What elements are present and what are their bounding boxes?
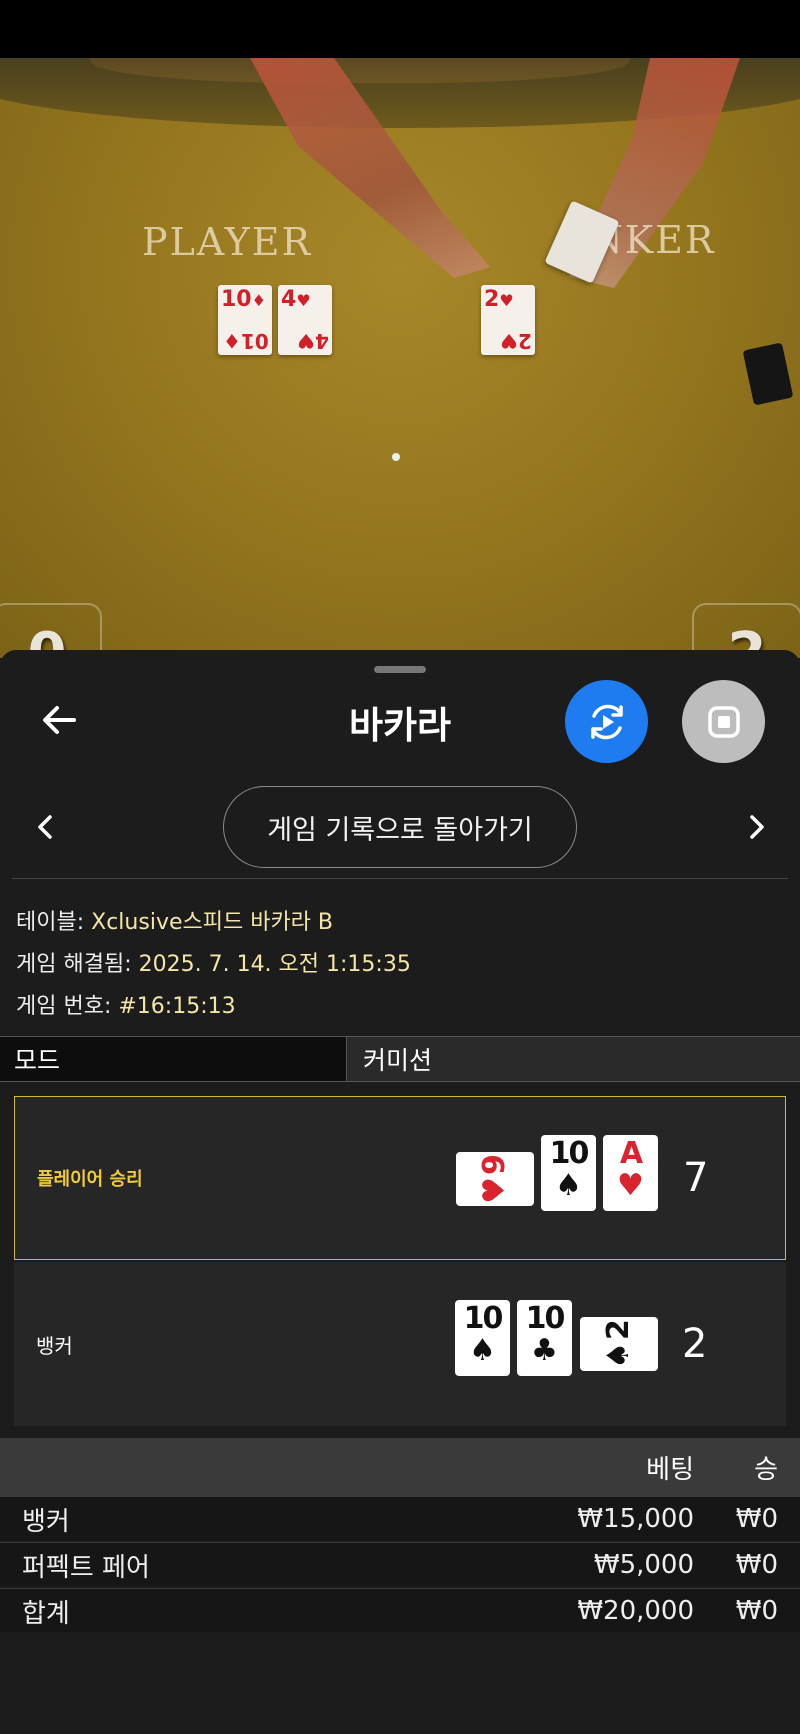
next-game-button[interactable] <box>742 807 772 847</box>
previous-game-button[interactable] <box>30 807 60 847</box>
bets-table-header: 베팅 승 <box>0 1438 800 1496</box>
player-total: 7 <box>683 1155 709 1201</box>
chevron-left-icon <box>38 815 52 839</box>
table-info-value: Xclusive스피드 바카라 B <box>91 910 334 935</box>
card-shoe <box>742 342 794 406</box>
win-amount: ₩0 <box>735 1550 778 1580</box>
player-card-1: 10 ♠ <box>541 1135 596 1211</box>
banker-outcome-label: 뱅커 <box>36 1333 73 1358</box>
table-info-label: 테이블: <box>16 910 92 935</box>
mode-value: 커미션 <box>347 1037 800 1081</box>
game-detail-panel: 바카라 게임 기록으로 돌아가기 테이블: Xclusive스피드 바카라 B … <box>0 650 800 1734</box>
bet-name: 합계 <box>22 1598 70 1629</box>
game-number-info: 게임 번호: #16:15:13 <box>16 988 236 1020</box>
stop-icon <box>707 705 740 738</box>
bet-amount: ₩5,000 <box>593 1550 694 1580</box>
table-marker <box>392 453 400 461</box>
bet-amount: ₩20,000 <box>577 1596 694 1626</box>
back-to-history-button[interactable]: 게임 기록으로 돌아가기 <box>223 786 577 868</box>
win-column-header: 승 <box>754 1454 778 1485</box>
player-card-3: ♥ 9 <box>456 1152 534 1206</box>
table-card: 2♥ 2♥ <box>481 285 535 355</box>
banker-card-1: 10 ♠ <box>455 1300 510 1376</box>
replay-icon <box>590 704 623 739</box>
mode-row: 모드 커미션 <box>0 1036 800 1082</box>
game-number-label: 게임 번호: <box>16 994 119 1019</box>
status-bar <box>0 0 800 58</box>
divider <box>12 878 788 879</box>
banker-card-3: ♠ 2 <box>580 1317 658 1371</box>
banker-card-2: 10 ♣ <box>517 1300 572 1376</box>
table-card: 10♦ 01♦ <box>218 285 272 355</box>
player-card-2: A ♥ <box>603 1135 658 1211</box>
bet-column-header: 베팅 <box>646 1454 694 1485</box>
win-amount: ₩0 <box>735 1504 778 1534</box>
drag-handle[interactable] <box>374 666 426 673</box>
table-player-label: PLAYER <box>142 220 313 264</box>
live-video-feed: PLAYER ANKER 10♦ 01♦ 4♥ 4♥ 2♥ 2♥ 0 2 <box>0 58 800 658</box>
banker-outcome: 뱅커 10 ♠ 10 ♣ ♠ 2 2 <box>14 1262 786 1426</box>
table-row: 뱅커 ₩15,000 ₩0 <box>0 1496 800 1540</box>
table-row: 퍼펙트 페어 ₩5,000 ₩0 <box>0 1542 800 1586</box>
bet-name: 퍼펙트 페어 <box>22 1552 150 1583</box>
replay-button[interactable] <box>565 680 648 763</box>
table-card: 4♥ 4♥ <box>278 285 332 355</box>
win-amount: ₩0 <box>735 1596 778 1626</box>
page-title: 바카라 <box>348 704 452 747</box>
resolved-info: 게임 해결됨: 2025. 7. 14. 오전 1:15:35 <box>16 946 411 978</box>
resolved-info-value: 2025. 7. 14. 오전 1:15:35 <box>138 952 411 977</box>
stop-button[interactable] <box>682 680 765 763</box>
player-outcome-label: 플레이어 승리 <box>37 1169 143 1190</box>
chevron-right-icon <box>750 815 764 839</box>
game-number-value: #16:15:13 <box>118 994 236 1019</box>
player-outcome: 플레이어 승리 ♥ 9 10 ♠ A ♥ 7 <box>14 1096 786 1260</box>
table-info: 테이블: Xclusive스피드 바카라 B <box>16 904 333 936</box>
table-row-total: 합계 ₩20,000 ₩0 <box>0 1588 800 1632</box>
banker-total: 2 <box>682 1321 708 1367</box>
bet-name: 뱅커 <box>22 1506 70 1537</box>
mode-label: 모드 <box>0 1037 347 1081</box>
resolved-info-label: 게임 해결됨: <box>16 952 139 977</box>
bet-amount: ₩15,000 <box>577 1504 694 1534</box>
